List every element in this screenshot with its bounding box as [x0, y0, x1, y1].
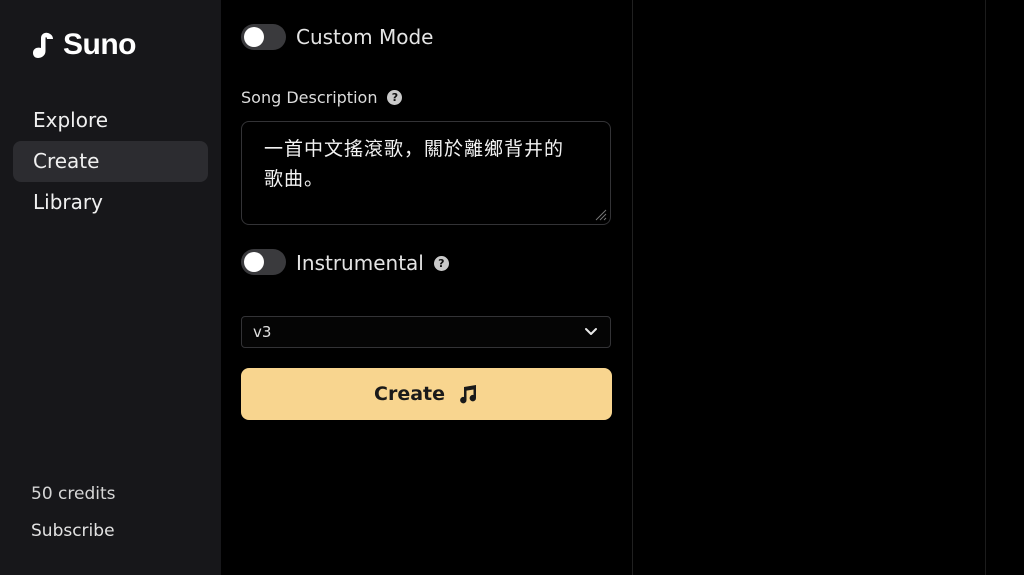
custom-mode-toggle[interactable] — [241, 24, 286, 50]
resize-handle-icon[interactable] — [595, 209, 607, 221]
create-button[interactable]: Create — [241, 368, 612, 420]
custom-mode-label: Custom Mode — [296, 25, 434, 49]
model-version-select[interactable]: v3 — [241, 316, 611, 348]
toggle-knob — [244, 252, 264, 272]
chevron-down-icon — [585, 328, 597, 335]
song-list-panel — [633, 0, 986, 575]
help-icon[interactable]: ? — [433, 255, 449, 271]
song-description-label: Song Description ? — [241, 88, 403, 107]
logo-text: Suno — [63, 28, 137, 61]
help-icon[interactable]: ? — [387, 90, 403, 105]
song-description-line-1: 一首中文搖滾歌，關於離鄉背井的 — [264, 138, 565, 160]
song-description-label-text: Song Description — [241, 88, 378, 107]
toggle-knob — [244, 27, 264, 47]
suno-logo-icon — [31, 31, 55, 59]
song-description-input[interactable]: 一首中文搖滾歌，關於離鄉背井的 歌曲。 — [241, 121, 611, 225]
create-button-label: Create — [374, 383, 445, 405]
instrumental-label: Instrumental — [296, 251, 424, 275]
create-form-panel: Custom Mode Song Description ? 一首中文搖滾歌，關… — [221, 0, 633, 575]
sidebar-item-create[interactable]: Create — [13, 141, 208, 182]
sidebar-nav: Explore Create Library — [13, 100, 208, 223]
sidebar: Suno Explore Create Library 50 credits S… — [0, 0, 221, 575]
model-version-value: v3 — [253, 323, 272, 341]
song-description-line-2: 歌曲。 — [264, 168, 325, 190]
app-window: Suno Explore Create Library 50 credits S… — [0, 0, 1024, 575]
credits-count: 50 credits — [31, 484, 116, 504]
sidebar-item-explore[interactable]: Explore — [13, 100, 208, 141]
details-panel — [986, 0, 1024, 575]
subscribe-link[interactable]: Subscribe — [31, 521, 115, 541]
music-note-icon — [460, 385, 477, 404]
instrumental-toggle[interactable] — [241, 249, 286, 275]
instrumental-label-group: Instrumental ? — [296, 251, 449, 275]
sidebar-item-library[interactable]: Library — [13, 182, 208, 223]
logo[interactable]: Suno — [31, 28, 137, 62]
